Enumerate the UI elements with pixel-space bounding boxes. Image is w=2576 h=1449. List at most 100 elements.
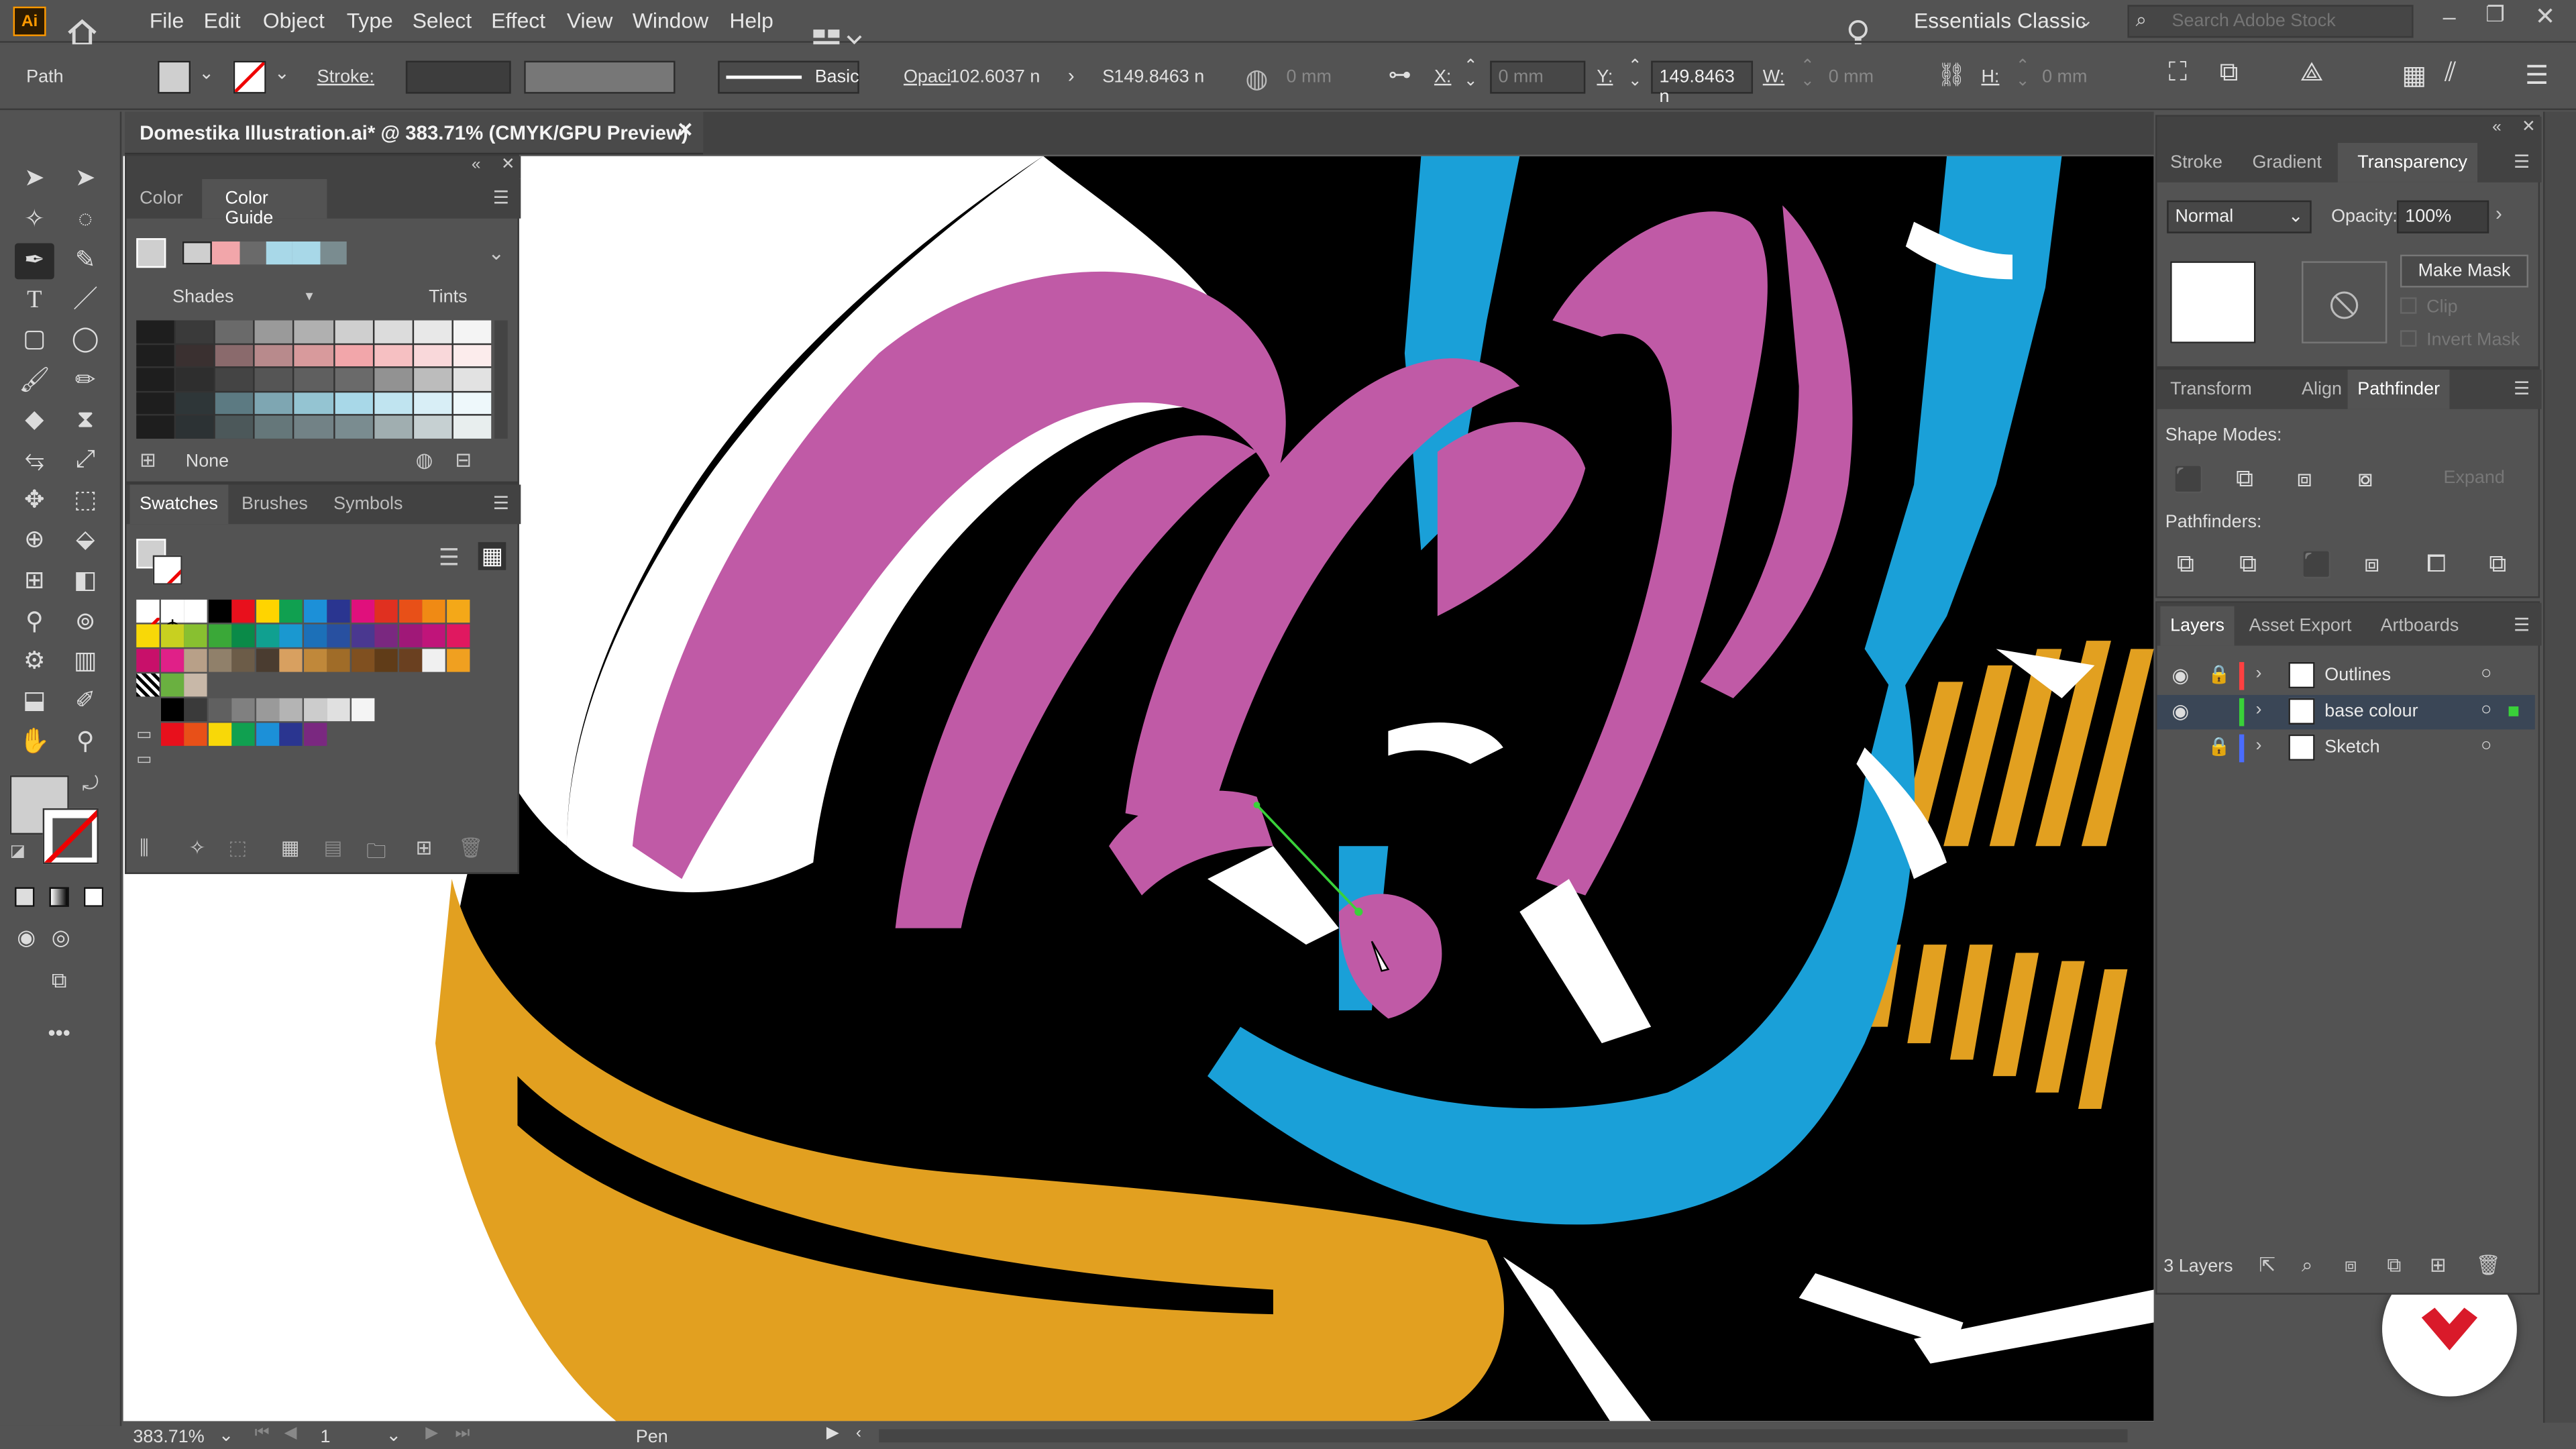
line-tool-icon[interactable]: ／ [66,282,105,319]
chevron-down-icon[interactable]: ⌄ [219,1424,234,1446]
align-objects-icon[interactable]: ▦ [2402,59,2426,92]
unite-icon[interactable]: ⬛ [2174,465,2204,495]
w-stepper-icon[interactable]: ⌃ ⌄ [1801,58,1815,90]
swatch[interactable] [231,698,255,722]
swatch[interactable] [303,698,327,722]
swatch[interactable] [398,599,422,623]
swatch-libraries-icon[interactable]: ⫼ [140,837,149,861]
h-value[interactable]: 0 mm [2042,67,2087,87]
lightbulb-icon[interactable] [1847,7,1870,46]
edit-group-icon[interactable]: ▤ [323,837,342,859]
locate-object-icon[interactable]: ⌕ [2302,1254,2312,1279]
pencil-tool-icon[interactable]: ✏ [66,363,105,399]
swatch[interactable] [398,624,422,647]
variable-width-field[interactable] [524,60,676,94]
mask-thumbnail[interactable]: ⦸ [2302,261,2387,343]
draw-behind-icon[interactable]: ◎ [41,920,80,956]
symbol-sprayer-icon[interactable]: ⚙ [15,644,54,680]
layer-row[interactable]: ◉ 🔒 › Outlines ○ [2157,659,2535,693]
swatch[interactable] [350,624,374,647]
first-artboard-icon[interactable]: ⏮ [255,1424,270,1442]
free-transform-icon[interactable]: ⬚ [66,483,105,519]
swatch[interactable] [160,599,184,639]
swatch[interactable] [184,674,207,697]
chevron-down-icon[interactable]: ▾ [306,288,313,306]
swatch[interactable] [445,599,470,623]
restore-icon[interactable]: ❐ [2485,1,2505,28]
expand-arrow-icon[interactable]: › [2255,700,2261,719]
swatch[interactable] [279,624,303,647]
swatch[interactable] [327,649,350,672]
grid-scrollbar[interactable] [494,320,508,439]
add-used-colors-icon[interactable]: ✧ [189,837,206,859]
swatch[interactable] [327,698,350,722]
lasso-icon[interactable]: ◌ [66,202,105,238]
blend-mode-select[interactable]: Normal ⌄ [2167,200,2312,233]
zoom-tool-icon[interactable]: ⚲ [66,724,105,761]
expand-button[interactable]: Expand [2420,465,2528,494]
swatch[interactable] [184,624,207,647]
swatch[interactable] [207,649,231,672]
style-value[interactable]: 149.8463 n [1114,67,1204,87]
swatch[interactable] [445,649,470,672]
curvature-tool-icon[interactable]: ✎ [66,243,105,279]
swatch[interactable] [255,722,279,746]
swatch[interactable] [207,698,231,722]
link-proportions-icon[interactable]: ⛓ [1937,61,1966,89]
stroke-color-box[interactable] [42,808,99,865]
new-layer-icon[interactable]: ⊞ [2430,1254,2447,1277]
delete-swatch-icon[interactable]: 🗑 [458,837,483,859]
swatch[interactable] [374,649,398,672]
horizontal-scrollbar[interactable] [879,1429,2128,1443]
h-stepper-icon[interactable]: ⌃ ⌄ [2016,58,2030,90]
swatch[interactable] [255,698,279,722]
tab-layers[interactable]: Layers [2160,606,2235,646]
swatch[interactable] [374,599,398,623]
swatch[interactable] [279,649,303,672]
swatch[interactable] [184,649,207,672]
tab-asset-export[interactable]: Asset Export [2239,606,2361,646]
menu-view[interactable]: View [567,8,612,33]
swatch[interactable] [231,599,255,623]
y-stepper-icon[interactable]: ⌃ ⌄ [1628,58,1642,90]
stroke-label[interactable]: Stroke: [317,67,374,87]
scale-tool-icon[interactable]: ⤢ [66,442,105,478]
recolor-icon[interactable]: ◍ [1245,62,1268,95]
swatch[interactable] [184,722,207,746]
slice-tool-icon[interactable]: ✐ [66,684,105,720]
swatch[interactable] [207,722,231,746]
home-icon[interactable] [66,7,99,46]
gradient-mode-icon[interactable] [49,887,69,907]
make-mask-button[interactable]: Make Mask [2400,254,2528,288]
new-sublayer-icon[interactable]: ⧉ [2387,1254,2401,1279]
swatch[interactable] [160,649,184,672]
close-tab-icon[interactable]: ✕ [677,118,694,141]
envelope-icon[interactable]: ⟁ [2300,59,2324,89]
save-group-icon[interactable]: ⊟ [455,449,472,472]
recolor-artwork-icon[interactable]: ◍ [416,449,433,472]
swatch[interactable] [327,599,350,623]
panel-menu-icon[interactable]: ☰ [2514,614,2530,635]
outline-icon[interactable]: ⧠ [2426,550,2446,578]
chevron-right-icon[interactable]: › [1068,64,1075,87]
chevron-right-icon[interactable]: › [2496,202,2502,225]
swatch[interactable] [303,649,327,672]
target-circle-icon[interactable]: ○ [2481,663,2491,683]
selection-indicator[interactable] [2508,706,2519,716]
width-tool-icon[interactable]: ⥃ [15,442,54,478]
swatch[interactable] [207,624,231,647]
hand-tool-icon[interactable]: ✋ [15,724,54,761]
swatch[interactable] [303,722,327,746]
minimize-icon[interactable]: – [2443,3,2456,30]
opacity-label[interactable]: Opaci [904,67,951,87]
x-field[interactable]: 0 mm [1490,60,1586,94]
artboard-tool-icon[interactable]: ⬓ [15,684,54,720]
harmony-strip[interactable] [182,241,347,265]
tab-color-guide[interactable]: Color Guide [202,178,327,228]
swatch[interactable] [350,599,374,623]
crop-icon[interactable]: ⧈ [2364,550,2379,578]
menu-object[interactable]: Object [263,8,325,33]
x-stepper-icon[interactable]: ⌃ ⌄ [1464,58,1478,90]
reflect-tool-icon[interactable]: ⧗ [66,402,105,439]
magic-wand-icon[interactable]: ✧ [15,202,54,238]
